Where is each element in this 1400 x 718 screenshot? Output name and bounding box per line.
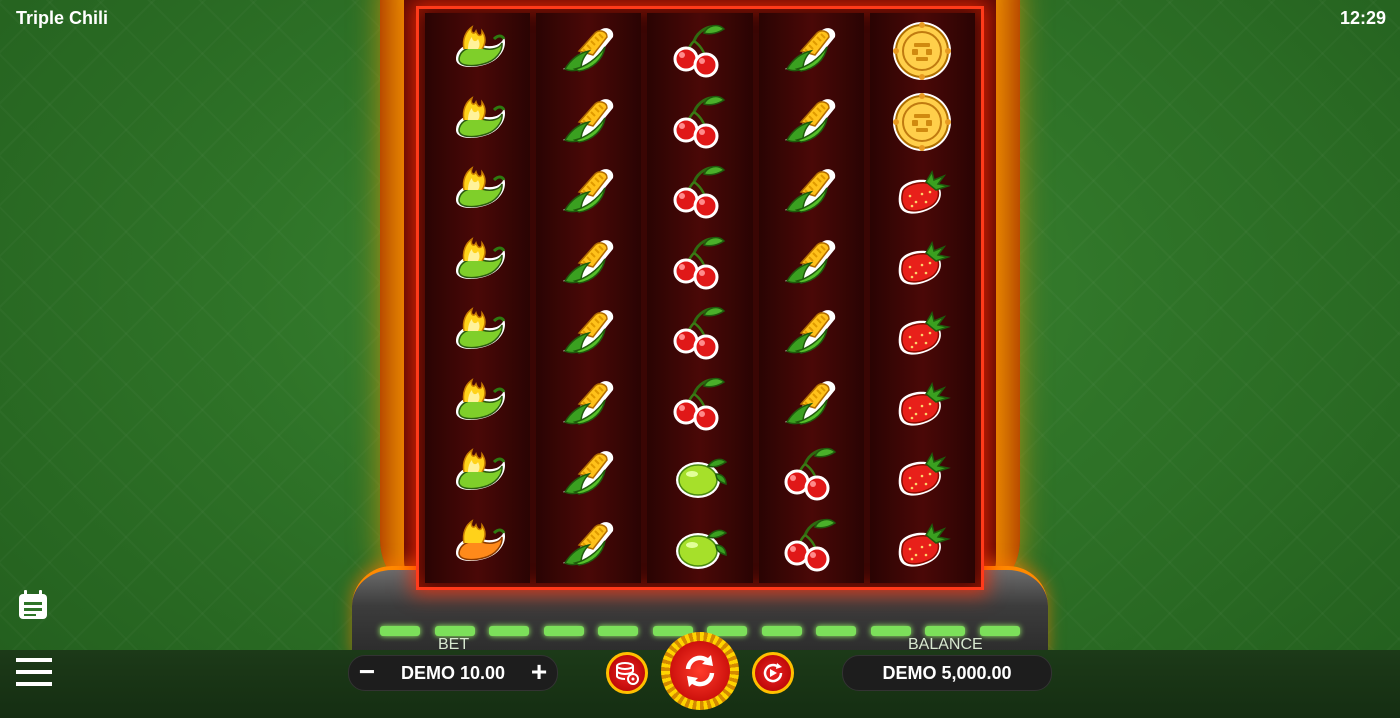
spin-button[interactable] (661, 632, 739, 710)
corn-icon (536, 90, 641, 154)
chili-green-icon (425, 160, 530, 224)
chili-green-icon (425, 301, 530, 365)
lime-icon (647, 513, 752, 577)
cherry-icon (647, 372, 752, 436)
spin-arrows-icon (685, 655, 715, 687)
cherry-icon (759, 442, 864, 506)
chili-orange-icon (425, 513, 530, 577)
balance-display: DEMO 5,000.00 (842, 655, 1052, 691)
calendar-icon[interactable] (16, 588, 50, 627)
strawberry-icon (870, 513, 975, 577)
chili-green-icon (425, 442, 530, 506)
strawberry-icon (870, 372, 975, 436)
corn-icon (759, 301, 864, 365)
chili-green-icon (425, 19, 530, 83)
corn-icon (759, 90, 864, 154)
balance-value: DEMO 5,000.00 (882, 662, 1012, 683)
chili-green-icon (425, 90, 530, 154)
corn-icon (536, 442, 641, 506)
balance-label: BALANCE (908, 636, 983, 653)
bet-value: DEMO 10.00 (400, 662, 506, 683)
corn-icon (759, 19, 864, 83)
reels-grid (416, 6, 984, 590)
strawberry-icon (870, 301, 975, 365)
bet-increase-button[interactable]: + (524, 655, 554, 689)
cherry-icon (647, 19, 752, 83)
corn-icon (759, 160, 864, 224)
bet-decrease-button[interactable]: − (352, 655, 382, 689)
hamburger-menu-icon[interactable] (16, 656, 52, 693)
corn-icon (536, 372, 641, 436)
strawberry-icon (870, 442, 975, 506)
cherry-icon (647, 90, 752, 154)
cherry-icon (647, 301, 752, 365)
cherry-icon (647, 160, 752, 224)
corn-icon (759, 231, 864, 295)
corn-icon (536, 19, 641, 83)
corn-icon (759, 372, 864, 436)
coins-settings-icon (616, 662, 639, 685)
spin-button-core (670, 641, 730, 701)
reel-2 (536, 13, 642, 583)
reel-3 (647, 13, 753, 583)
reel-5 (869, 13, 976, 583)
gold-coin-icon (870, 19, 975, 83)
chili-green-icon (425, 231, 530, 295)
strawberry-icon (870, 231, 975, 295)
corn-icon (536, 231, 641, 295)
autoplay-button[interactable] (752, 652, 794, 694)
coins-settings-button[interactable] (606, 652, 648, 694)
corn-icon (536, 160, 641, 224)
corn-icon (536, 301, 641, 365)
chili-green-icon (425, 372, 530, 436)
cherry-icon (647, 231, 752, 295)
strawberry-icon (870, 160, 975, 224)
game-title: Triple Chili (16, 8, 109, 28)
lime-icon (647, 442, 752, 506)
bet-label: BET (438, 636, 470, 653)
reel-4 (758, 13, 864, 583)
clock: 12:29 (1339, 8, 1386, 28)
cherry-icon (759, 513, 864, 577)
autoplay-icon (763, 663, 783, 683)
corn-icon (536, 513, 641, 577)
gold-coin-icon (870, 90, 975, 154)
reel-1 (425, 13, 531, 583)
